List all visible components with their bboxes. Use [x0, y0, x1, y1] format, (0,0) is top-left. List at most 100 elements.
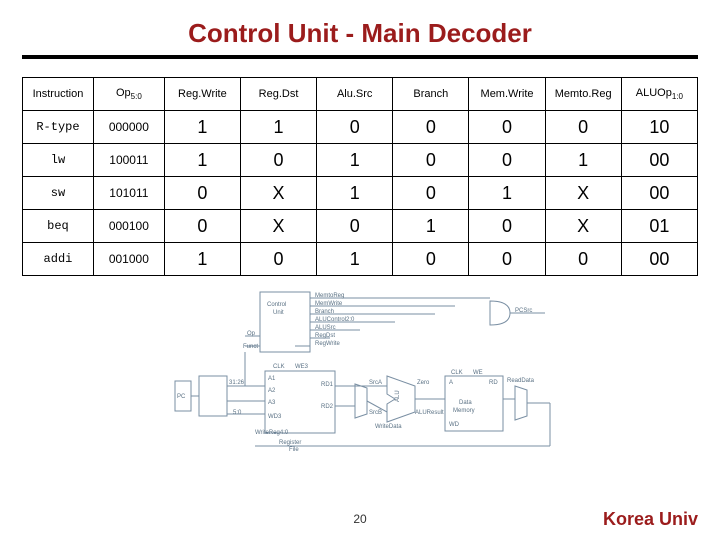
table-row: lw 100011 1 0 1 0 0 1 00 — [23, 144, 698, 177]
hdr-op: Op5:0Op5:0 — [93, 78, 164, 111]
svg-text:A2: A2 — [268, 388, 276, 394]
svg-text:ALUResult: ALUResult — [415, 410, 444, 416]
cell-val: 0 — [469, 144, 545, 177]
svg-text:Op: Op — [247, 331, 256, 337]
svg-text:RegWrite: RegWrite — [315, 341, 341, 347]
svg-text:CLK: CLK — [273, 364, 285, 370]
svg-text:WE3: WE3 — [295, 364, 309, 370]
svg-text:WriteReg4:0: WriteReg4:0 — [255, 430, 289, 436]
lbl-control-unit: Control — [267, 302, 286, 308]
cell-val: 0 — [317, 111, 393, 144]
cell-val: 0 — [469, 243, 545, 276]
cell-val: 0 — [393, 177, 469, 210]
svg-text:WD3: WD3 — [268, 414, 282, 420]
svg-text:WD: WD — [449, 422, 460, 428]
cell-val: 0 — [164, 177, 240, 210]
cell-val: 10 — [621, 111, 697, 144]
cell-val: 1 — [393, 210, 469, 243]
hdr-aluop: ALUOp1:0ALUOp1:0 — [621, 78, 697, 111]
svg-text:ALU: ALU — [395, 390, 401, 402]
table-row: beq 000100 0 X 0 1 0 X 01 — [23, 210, 698, 243]
hdr-memtoreg: Memto.Reg — [545, 78, 621, 111]
svg-text:ALUControl2:0: ALUControl2:0 — [315, 317, 355, 323]
cell-val: 1 — [317, 177, 393, 210]
cell-op: 000100 — [93, 210, 164, 243]
cell-val: 1 — [164, 111, 240, 144]
cell-op: 101011 — [93, 177, 164, 210]
cell-val: 0 — [393, 243, 469, 276]
cell-val: 01 — [621, 210, 697, 243]
svg-text:Branch: Branch — [315, 309, 334, 315]
svg-text:ALUSrc: ALUSrc — [315, 325, 336, 331]
svg-text:Zero: Zero — [417, 380, 430, 386]
table-row: sw 101011 0 X 1 0 1 X 00 — [23, 177, 698, 210]
svg-text:MemWrite: MemWrite — [315, 301, 343, 307]
cell-val: 0 — [240, 144, 316, 177]
decoder-table: Instruction Op5:0Op5:0 Reg.Write Reg.Dst… — [22, 77, 698, 276]
svg-text:RD2: RD2 — [321, 404, 334, 410]
cell-op: 100011 — [93, 144, 164, 177]
cell-val: X — [240, 210, 316, 243]
cell-val: X — [240, 177, 316, 210]
svg-text:RegDst: RegDst — [315, 333, 335, 339]
cell-val: 0 — [240, 243, 316, 276]
cell-val: 0 — [545, 111, 621, 144]
svg-text:A1: A1 — [268, 376, 276, 382]
svg-text:Funct: Funct — [243, 344, 258, 350]
hdr-branch: Branch — [393, 78, 469, 111]
svg-text:PCSrc: PCSrc — [515, 308, 532, 314]
cell-val: 0 — [393, 111, 469, 144]
hdr-regwrite: Reg.Write — [164, 78, 240, 111]
cell-instr: addi — [23, 243, 94, 276]
hdr-memwrite: Mem.Write — [469, 78, 545, 111]
cell-val: 0 — [164, 210, 240, 243]
svg-text:Data: Data — [459, 400, 472, 406]
datapath-diagram: Control Unit MemtoReg MemWrite Branch AL… — [155, 286, 565, 456]
cell-val: 1 — [164, 144, 240, 177]
svg-text:5:0: 5:0 — [233, 410, 242, 416]
table-row: addi 001000 1 0 1 0 0 0 00 — [23, 243, 698, 276]
table-row: R-type 000000 1 1 0 0 0 0 10 — [23, 111, 698, 144]
cell-val: 0 — [317, 210, 393, 243]
svg-text:WriteData: WriteData — [375, 424, 402, 430]
svg-text:PC: PC — [177, 394, 186, 400]
svg-text:RD1: RD1 — [321, 382, 334, 388]
cell-val: 0 — [393, 144, 469, 177]
cell-val: 00 — [621, 144, 697, 177]
cell-val: 1 — [469, 177, 545, 210]
cell-val: 0 — [545, 243, 621, 276]
svg-text:Memory: Memory — [453, 408, 475, 414]
hdr-instruction: Instruction — [23, 78, 94, 111]
svg-text:Unit: Unit — [273, 310, 284, 316]
svg-text:ReadData: ReadData — [507, 378, 535, 384]
svg-text:A: A — [449, 380, 453, 386]
svg-text:RD: RD — [489, 380, 498, 386]
hdr-regdst: Reg.Dst — [240, 78, 316, 111]
cell-val: 00 — [621, 243, 697, 276]
cell-val: 1 — [240, 111, 316, 144]
decoder-table-wrapper: Instruction Op5:0Op5:0 Reg.Write Reg.Dst… — [22, 77, 698, 276]
svg-text:MemtoReg: MemtoReg — [315, 293, 344, 299]
svg-text:Register: Register — [279, 440, 301, 446]
title-underline — [22, 55, 698, 59]
cell-instr: beq — [23, 210, 94, 243]
svg-text:CLK: CLK — [451, 370, 463, 376]
hdr-alusrc: Alu.Src — [317, 78, 393, 111]
cell-val: 0 — [469, 210, 545, 243]
svg-text:SrcB: SrcB — [369, 410, 382, 416]
cell-val: 1 — [317, 243, 393, 276]
svg-text:SrcA: SrcA — [369, 380, 382, 386]
brand-label: Korea Univ — [603, 509, 698, 530]
slide-title: Control Unit - Main Decoder — [0, 0, 720, 49]
cell-instr: sw — [23, 177, 94, 210]
cell-op: 001000 — [93, 243, 164, 276]
cell-val: 1 — [317, 144, 393, 177]
cell-val: 1 — [164, 243, 240, 276]
svg-text:31:26: 31:26 — [229, 380, 245, 386]
cell-instr: R-type — [23, 111, 94, 144]
cell-instr: lw — [23, 144, 94, 177]
svg-text:WE: WE — [473, 370, 483, 376]
cell-val: 0 — [469, 111, 545, 144]
svg-text:A3: A3 — [268, 400, 276, 406]
cell-val: 1 — [545, 144, 621, 177]
